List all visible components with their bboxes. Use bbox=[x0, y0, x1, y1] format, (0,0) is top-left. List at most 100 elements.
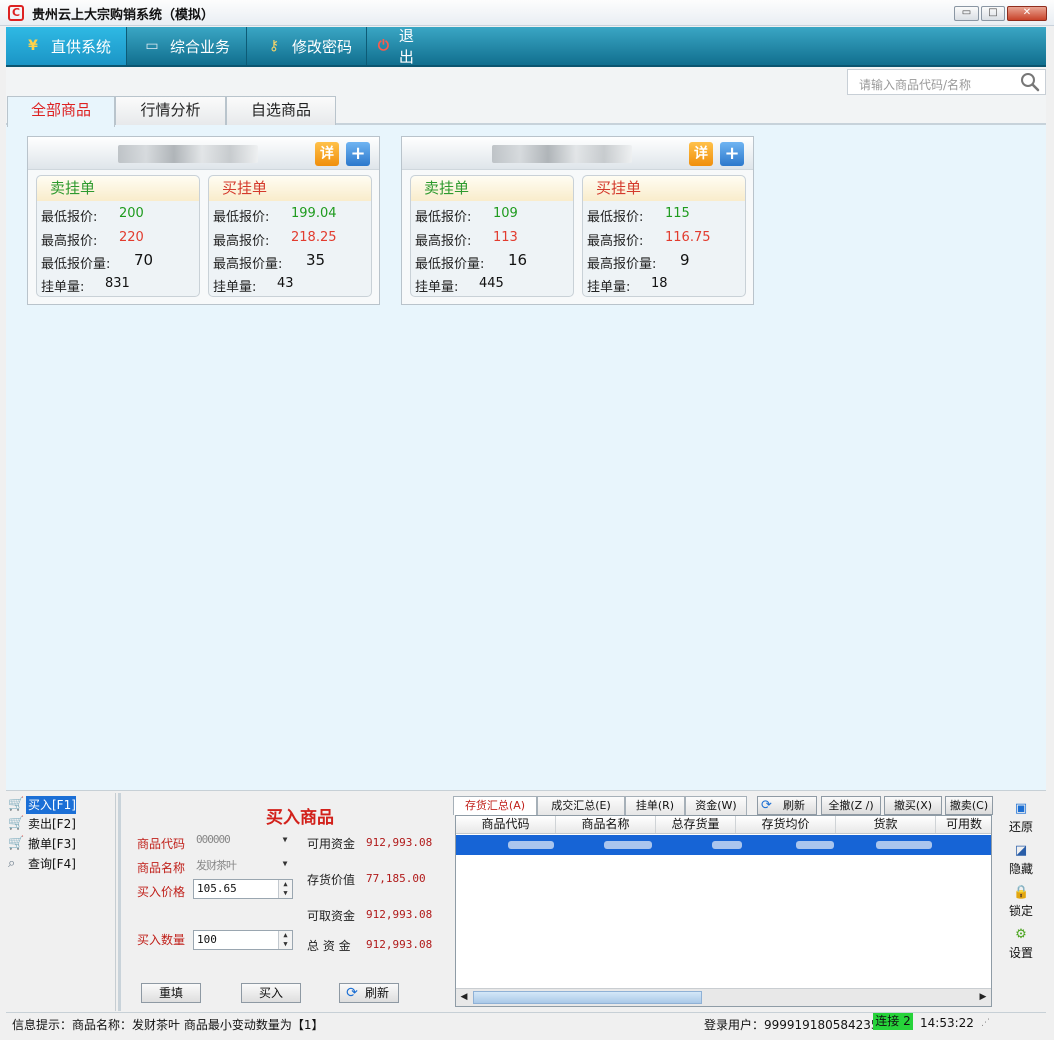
buy-form-title: 买入商品 bbox=[266, 808, 334, 828]
tab-inventory-summary[interactable]: 存货汇总(A) bbox=[453, 796, 537, 815]
settings-label: 设置 bbox=[1008, 946, 1033, 960]
settings-button[interactable]: ⚙ 设置 bbox=[996, 927, 1046, 961]
spinner-icon[interactable]: ▲ ▼ bbox=[278, 880, 292, 898]
buy-orders-panel: 买挂单 最低报价: 199.04 最高报价: 218.25 最高报价量: 35 … bbox=[208, 175, 372, 297]
column-header[interactable]: 商品名称 bbox=[556, 816, 656, 833]
sell-orders-title: 卖挂单 bbox=[411, 176, 573, 201]
grid-refresh-button[interactable]: ⟳ 刷新 bbox=[757, 796, 817, 815]
sell-orders-panel: 卖挂单 最低报价: 109 最高报价: 113 最低报价量: 16 挂单量: 4… bbox=[410, 175, 574, 297]
inventory-value-label: 存货价值 bbox=[307, 873, 356, 887]
search-icon[interactable] bbox=[1020, 72, 1040, 92]
resize-grip-icon[interactable]: ⋰ bbox=[981, 1018, 990, 1028]
horizontal-scrollbar[interactable]: ◀ ▶ bbox=[456, 988, 991, 1006]
add-to-watchlist-button[interactable]: + bbox=[720, 142, 744, 166]
status-time: 14:53:22 bbox=[920, 1016, 974, 1030]
trade-nav-sell[interactable]: 🛒 卖出[F2] bbox=[6, 815, 76, 833]
restore-button[interactable]: ▣ 还原 bbox=[996, 801, 1046, 835]
trade-nav-query[interactable]: ⌕ 查询[F4] bbox=[6, 855, 76, 873]
search-input[interactable]: 请输入商品代码/名称 bbox=[847, 69, 1046, 95]
nav-general-business[interactable]: ▭ 综合业务 bbox=[127, 27, 247, 65]
cart-buy-icon: 🛒 bbox=[8, 797, 25, 812]
restore-icon: ▣ bbox=[1014, 801, 1028, 816]
detail-button[interactable]: 详 bbox=[689, 142, 713, 166]
yen-icon: ¥ bbox=[28, 38, 38, 54]
qty-input[interactable]: 100 ▲ ▼ bbox=[193, 930, 293, 950]
column-header[interactable]: 可用数 bbox=[936, 816, 991, 833]
cancel-all-button[interactable]: 全撤(Z /) bbox=[821, 796, 881, 815]
tab-funds[interactable]: 资金(W) bbox=[685, 796, 747, 815]
quote-qty-value: 9 bbox=[680, 251, 690, 269]
column-header[interactable]: 货款 bbox=[836, 816, 936, 833]
table-header: 商品代码 商品名称 总存货量 存货均价 货款 可用数 bbox=[456, 816, 991, 834]
tab-orders[interactable]: 挂单(R) bbox=[625, 796, 685, 815]
detail-button[interactable]: 详 bbox=[315, 142, 339, 166]
nav-label: 修改密码 bbox=[292, 37, 353, 56]
column-header[interactable]: 总存货量 bbox=[656, 816, 736, 833]
total-funds-value: 912,993.08 bbox=[366, 938, 433, 951]
low-price-label: 最低报价: bbox=[41, 210, 98, 225]
tab-watchlist[interactable]: 自选商品 bbox=[226, 96, 336, 125]
title-bar: C 贵州云上大宗购销系统（模拟） ▭ □ ✕ bbox=[0, 0, 1054, 26]
scroll-right-icon[interactable]: ▶ bbox=[976, 990, 990, 1005]
trade-nav-buy[interactable]: 买入[F1] bbox=[26, 796, 76, 814]
maximize-button[interactable]: □ bbox=[981, 6, 1005, 21]
blurred-cell bbox=[712, 841, 742, 849]
lock-button[interactable]: 🔒 锁定 bbox=[996, 885, 1046, 919]
quote-qty-label: 最高报价量: bbox=[213, 257, 283, 272]
scroll-left-icon[interactable]: ◀ bbox=[457, 990, 471, 1005]
table-row[interactable] bbox=[456, 835, 991, 855]
code-value: 000000 bbox=[196, 833, 231, 846]
tab-trade-summary[interactable]: 成交汇总(E) bbox=[537, 796, 625, 815]
refresh-icon: ⟳ bbox=[761, 798, 772, 813]
sell-orders-panel: 卖挂单 最低报价: 200 最高报价: 220 最低报价量: 70 挂单量: 8… bbox=[36, 175, 200, 297]
sell-orders-title: 卖挂单 bbox=[37, 176, 199, 201]
order-count-label: 挂单量: bbox=[587, 280, 631, 295]
add-to-watchlist-button[interactable]: + bbox=[346, 142, 370, 166]
trade-nav-label: 卖出[F2] bbox=[28, 817, 76, 831]
reset-button[interactable]: 重填 bbox=[141, 983, 201, 1003]
main-nav: ¥ 直供系统 ▭ 综合业务 ⚷ 修改密码 ⏻ 退 出 bbox=[6, 27, 1046, 67]
nav-label: 退 出 bbox=[398, 27, 448, 66]
chevron-down-icon[interactable]: ▼ bbox=[277, 855, 293, 873]
product-tabs: 全部商品 行情分析 自选商品 bbox=[6, 95, 1046, 127]
hide-button[interactable]: ◪ 隐藏 bbox=[996, 843, 1046, 877]
quote-qty-value: 70 bbox=[134, 251, 154, 269]
cart-cancel-icon: 🛒 bbox=[8, 836, 25, 851]
price-value: 105.65 bbox=[197, 882, 237, 895]
nav-direct-supply[interactable]: ¥ 直供系统 bbox=[6, 27, 127, 65]
power-icon: ⏻ bbox=[377, 38, 389, 54]
price-input[interactable]: 105.65 ▲ ▼ bbox=[193, 879, 293, 899]
cancel-sell-button[interactable]: 撤卖(C) bbox=[945, 796, 993, 815]
tab-market-analysis[interactable]: 行情分析 bbox=[115, 96, 226, 125]
close-button[interactable]: ✕ bbox=[1007, 6, 1047, 21]
chevron-down-icon[interactable]: ▼ bbox=[277, 831, 293, 849]
monitor-icon: ▭ bbox=[145, 38, 159, 54]
window-title: 贵州云上大宗购销系统（模拟） bbox=[32, 8, 215, 23]
nav-exit[interactable]: ⏻ 退 出 bbox=[367, 27, 497, 66]
trade-nav-cancel[interactable]: 🛒 撤单[F3] bbox=[6, 835, 76, 853]
cancel-buy-button[interactable]: 撤买(X) bbox=[884, 796, 942, 815]
nav-change-password[interactable]: ⚷ 修改密码 bbox=[247, 27, 367, 65]
trading-panel: 🛒 买入[F1] 🛒 卖出[F2] 🛒 撤单[F3] ⌕ 查询[F4] 买入商品… bbox=[6, 790, 1046, 1012]
status-user: 登录用户：999919180584235 bbox=[704, 1018, 879, 1032]
lock-label: 锁定 bbox=[1008, 904, 1033, 918]
name-select[interactable]: 发财茶叶 ▼ bbox=[193, 855, 293, 875]
scrollbar-thumb[interactable] bbox=[473, 991, 702, 1004]
quote-qty-label: 最低报价量: bbox=[41, 257, 111, 272]
withdrawable-funds-value: 912,993.08 bbox=[366, 908, 433, 921]
low-price-value: 115 bbox=[665, 206, 690, 221]
spinner-icon[interactable]: ▲ ▼ bbox=[278, 931, 292, 949]
inventory-value-value: 77,185.00 bbox=[366, 872, 426, 885]
refresh-button[interactable]: ⟳ 刷新 bbox=[339, 983, 399, 1003]
search-placeholder: 请输入商品代码/名称 bbox=[859, 78, 972, 92]
code-select[interactable]: 000000 ▼ bbox=[193, 831, 293, 851]
tab-all-products[interactable]: 全部商品 bbox=[7, 96, 115, 127]
qty-label: 买入数量 bbox=[137, 933, 186, 947]
buy-button[interactable]: 买入 bbox=[241, 983, 301, 1003]
column-header[interactable]: 存货均价 bbox=[736, 816, 836, 833]
minimize-button[interactable]: ▭ bbox=[954, 6, 979, 21]
grid-refresh-label: 刷新 bbox=[783, 799, 805, 812]
cart-sell-icon: 🛒 bbox=[8, 816, 25, 831]
column-header[interactable]: 商品代码 bbox=[456, 816, 556, 833]
connection-badge: 连接 2 bbox=[873, 1013, 913, 1030]
